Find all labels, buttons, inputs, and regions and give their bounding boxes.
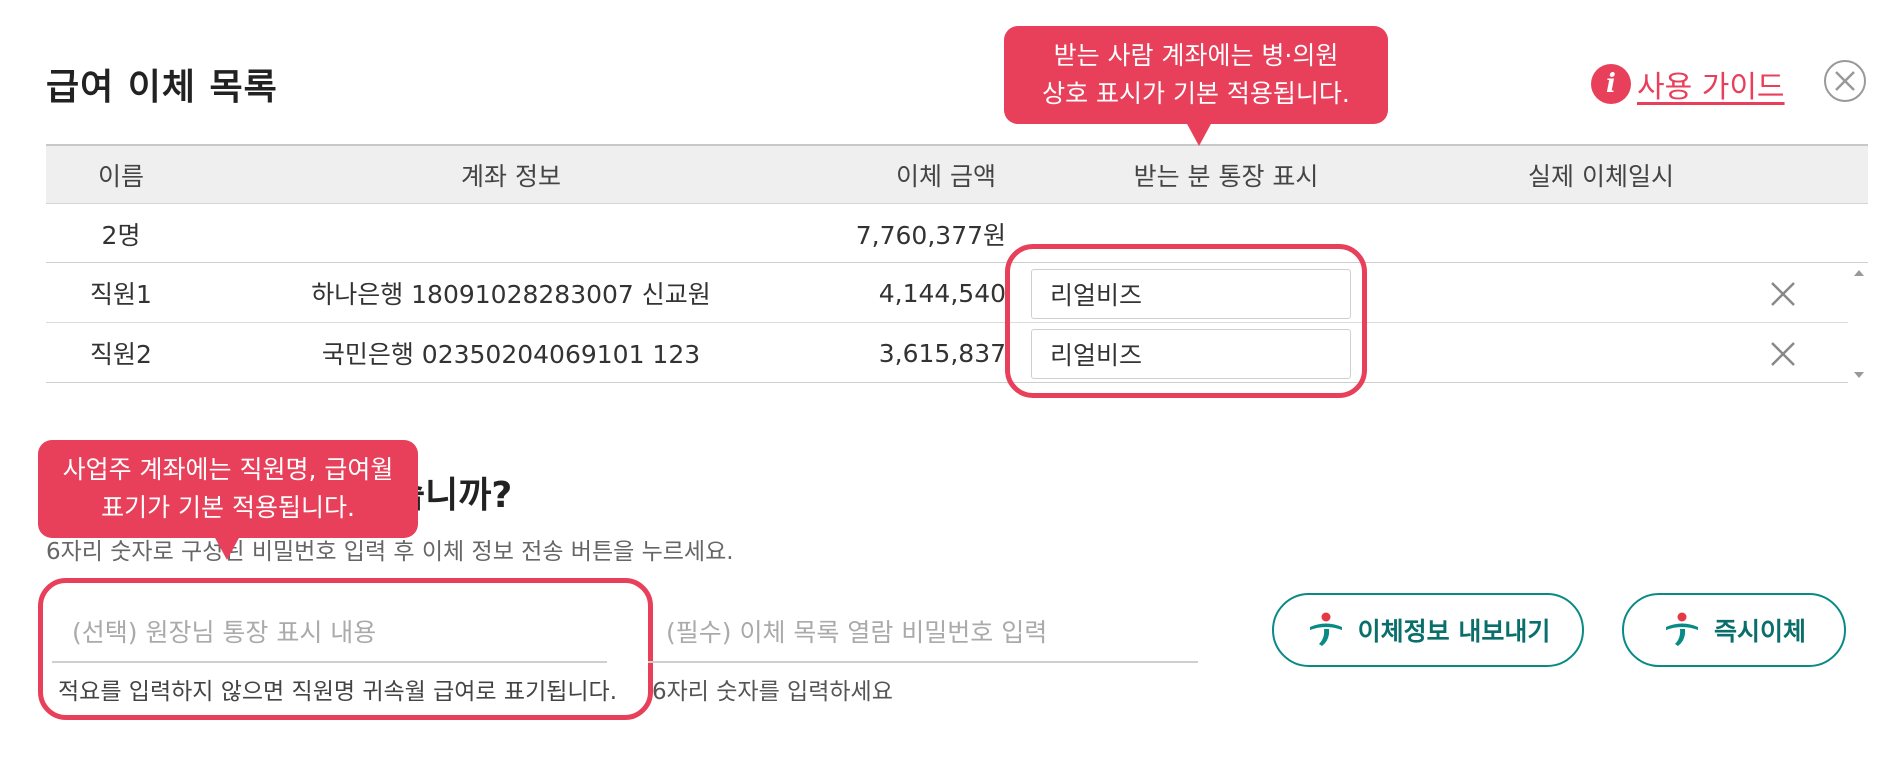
info-icon: i xyxy=(1591,64,1631,104)
instant-transfer-button[interactable]: 즉시이체 xyxy=(1622,593,1846,667)
tooltip-line: 상호 표시가 기본 적용됩니다. xyxy=(1042,79,1350,108)
summary-count: 2명 xyxy=(101,220,141,250)
summary-total: 7,760,377원 xyxy=(855,220,1006,250)
user-guide-label[interactable]: 사용 가이드 xyxy=(1637,62,1785,106)
page-title: 급여 이체 목록 xyxy=(46,67,278,108)
scroll-up-arrow-icon[interactable] xyxy=(1854,270,1864,276)
table-row: 직원2 국민은행 02350204069101 123 3,615,837 xyxy=(46,324,1848,383)
export-button-label: 이체정보 내보내기 xyxy=(1357,617,1551,646)
row-amount: 4,144,540 xyxy=(878,278,1006,308)
owner-memo-input[interactable] xyxy=(52,603,607,663)
row-name: 직원2 xyxy=(90,340,152,369)
column-header-name: 이름 xyxy=(97,161,144,191)
hana-bank-logo-icon xyxy=(1309,612,1342,646)
memo-hint-text: 적요를 입력하지 않으면 직원명 귀속월 급여로 표기됩니다. xyxy=(58,679,618,705)
hana-bank-logo-icon xyxy=(1665,612,1698,646)
column-header-transfer-date: 실제 이체일시 xyxy=(1528,161,1674,191)
delete-row-icon[interactable] xyxy=(1766,277,1800,311)
tooltip-recipient-display: 받는 사람 계좌에는 병·의원 상호 표시가 기본 적용됩니다. xyxy=(1004,26,1388,146)
recipient-display-input[interactable] xyxy=(1031,269,1351,319)
password-input[interactable] xyxy=(648,603,1198,663)
summary-row: 2명 7,760,377원 xyxy=(46,205,1868,263)
table-scrollbar[interactable] xyxy=(1850,264,1868,384)
row-name: 직원1 xyxy=(90,280,152,309)
table-row: 직원1 하나은행 18091028283007 신교원 4,144,540 xyxy=(46,264,1848,323)
column-header-account: 계좌 정보 xyxy=(461,161,561,191)
column-header-recipient-display: 받는 분 통장 표시 xyxy=(1133,161,1319,191)
export-transfer-info-button[interactable]: 이체정보 내보내기 xyxy=(1272,593,1584,667)
scroll-down-arrow-icon[interactable] xyxy=(1854,372,1864,378)
tooltip-line: 받는 사람 계좌에는 병·의원 xyxy=(1053,41,1339,70)
user-guide-link[interactable]: i 사용 가이드 xyxy=(1591,62,1785,106)
close-button[interactable] xyxy=(1824,60,1866,102)
row-amount: 3,615,837 xyxy=(878,338,1006,368)
recipient-display-input[interactable] xyxy=(1031,329,1351,379)
instant-transfer-label: 즉시이체 xyxy=(1713,617,1806,646)
row-account: 하나은행 18091028283007 신교원 xyxy=(311,280,711,309)
column-header-amount: 이체 금액 xyxy=(896,161,996,191)
tooltip-line: 표기가 기본 적용됩니다. xyxy=(101,493,355,522)
delete-row-icon[interactable] xyxy=(1766,337,1800,371)
tooltip-line: 사업주 계좌에는 직원명, 급여월 xyxy=(62,455,394,484)
table-header: 이름 계좌 정보 이체 금액 받는 분 통장 표시 실제 이체일시 xyxy=(46,144,1868,204)
tooltip-owner-display: 사업주 계좌에는 직원명, 급여월 표기가 기본 적용됩니다. xyxy=(38,440,418,560)
row-account: 국민은행 02350204069101 123 xyxy=(321,340,701,369)
password-hint-text: 6자리 숫자를 입력하세요 xyxy=(652,679,893,705)
close-icon xyxy=(1835,71,1855,91)
